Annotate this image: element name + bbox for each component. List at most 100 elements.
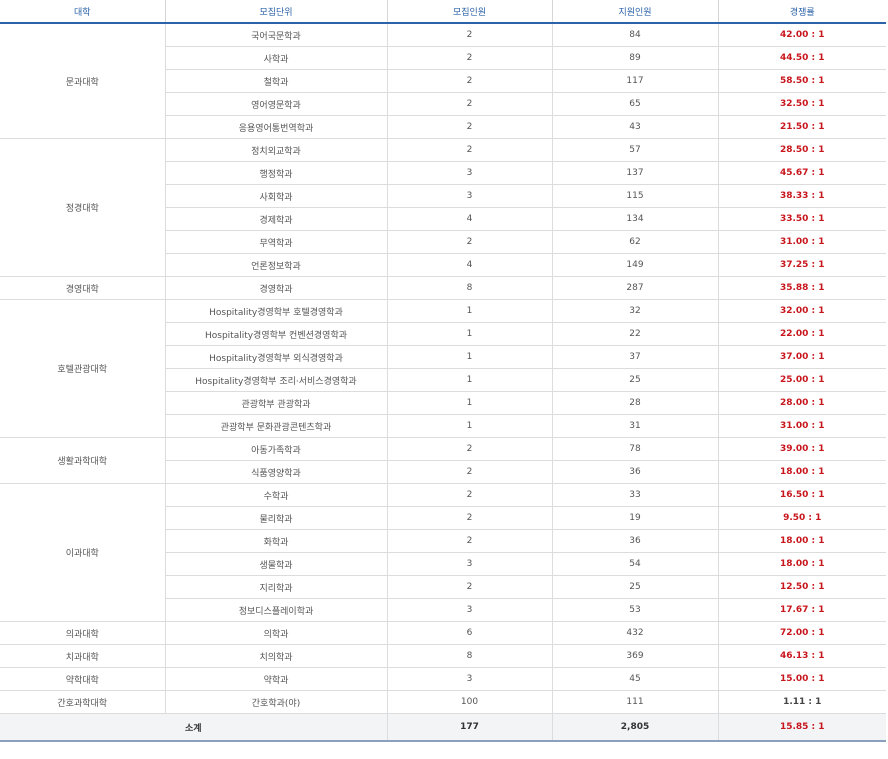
unit-cell: Hospitality경영학부 컨벤션경영학과 — [165, 322, 388, 346]
applicants-cell: 149 — [552, 253, 719, 277]
total-ratio: 15.85 : 1 — [718, 713, 886, 742]
applicants-cell: 22 — [552, 322, 719, 346]
quota-cell: 1 — [387, 368, 553, 392]
applicants-cell: 45 — [552, 667, 719, 691]
college-cell: 이과대학 — [0, 483, 166, 622]
quota-cell: 6 — [387, 621, 553, 645]
ratio-cell: 33.50 : 1 — [718, 207, 886, 231]
unit-cell: 의학과 — [165, 621, 388, 645]
table-row: 의과대학 의학과 6 432 72.00 : 1 — [0, 621, 886, 645]
ratio-cell: 17.67 : 1 — [718, 598, 886, 622]
table-row: 호텔관광대학 Hospitality경영학부 호텔경영학과 1 32 32.00 : 1 — [0, 299, 886, 438]
college-cell: 약학대학 — [0, 667, 166, 691]
applicants-cell: 31 — [552, 414, 719, 438]
table-row: 치과대학 치의학과 8 369 46.13 : 1 — [0, 644, 886, 668]
ratio-cell: 39.00 : 1 — [718, 437, 886, 461]
quota-cell: 2 — [387, 437, 553, 461]
unit-cell: 국어국문학과 — [165, 23, 388, 47]
quota-cell: 2 — [387, 506, 553, 530]
table-row: 경영대학 경영학과 8 287 35.88 : 1 — [0, 276, 886, 300]
ratio-cell: 38.33 : 1 — [718, 184, 886, 208]
unit-cell: 생물학과 — [165, 552, 388, 576]
applicants-cell: 53 — [552, 598, 719, 622]
applicants-cell: 115 — [552, 184, 719, 208]
unit-cell: 경영학과 — [165, 276, 388, 300]
total-quota: 177 — [387, 713, 553, 742]
ratio-cell: 44.50 : 1 — [718, 46, 886, 70]
unit-cell: 언론정보학과 — [165, 253, 388, 277]
ratio-cell: 18.00 : 1 — [718, 552, 886, 576]
unit-cell: 화학과 — [165, 529, 388, 553]
applicants-cell: 287 — [552, 276, 719, 300]
table-body: 문과대학 국어국문학과 2 84 42.00 : 1 사학과 2 89 44.50 : 1 철학과… — [0, 23, 886, 714]
ratio-cell: 22.00 : 1 — [718, 322, 886, 346]
admission-competition-table: 대학 모집단위 모집인원 지원인원 경쟁률 문과대학 국어국문학과 2 84 42.00… — [0, 0, 886, 742]
unit-cell: 식품영양학과 — [165, 460, 388, 484]
unit-cell: 행정학과 — [165, 161, 388, 185]
unit-cell: Hospitality경영학부 조리·서비스경영학과 — [165, 368, 388, 392]
quota-cell: 2 — [387, 575, 553, 599]
unit-cell: 응용영어통번역학과 — [165, 115, 388, 139]
ratio-cell: 32.00 : 1 — [718, 299, 886, 323]
quota-cell: 100 — [387, 690, 553, 714]
unit-cell: Hospitality경영학부 호텔경영학과 — [165, 299, 388, 323]
applicants-cell: 111 — [552, 690, 719, 714]
applicants-cell: 65 — [552, 92, 719, 116]
unit-cell: 관광학부 문화관광콘텐츠학과 — [165, 414, 388, 438]
college-cell: 치과대학 — [0, 644, 166, 668]
applicants-cell: 36 — [552, 529, 719, 553]
applicants-cell: 54 — [552, 552, 719, 576]
ratio-cell: 21.50 : 1 — [718, 115, 886, 139]
quota-cell: 2 — [387, 460, 553, 484]
applicants-cell: 89 — [552, 46, 719, 70]
unit-cell: 사회학과 — [165, 184, 388, 208]
quota-cell: 3 — [387, 161, 553, 185]
ratio-cell: 42.00 : 1 — [718, 23, 886, 47]
unit-cell: 정치외교학과 — [165, 138, 388, 162]
applicants-cell: 62 — [552, 230, 719, 254]
quota-cell: 2 — [387, 138, 553, 162]
total-row: 소계 177 2,805 15.85 : 1 — [0, 713, 886, 742]
unit-cell: 지리학과 — [165, 575, 388, 599]
applicants-cell: 78 — [552, 437, 719, 461]
applicants-cell: 137 — [552, 161, 719, 185]
header-row: 대학 모집단위 모집인원 지원인원 경쟁률 — [0, 0, 886, 24]
table-row: 간호과학대학 간호학과(야) 100 111 1.11 : 1 — [0, 690, 886, 714]
quota-cell: 1 — [387, 414, 553, 438]
ratio-cell: 37.00 : 1 — [718, 345, 886, 369]
quota-cell: 1 — [387, 299, 553, 323]
applicants-cell: 57 — [552, 138, 719, 162]
ratio-cell: 12.50 : 1 — [718, 575, 886, 599]
total-applicants: 2,805 — [552, 713, 719, 742]
unit-cell: 아동가족학과 — [165, 437, 388, 461]
table-row: 생활과학대학 아동가족학과 2 78 39.00 : 1 — [0, 437, 886, 484]
unit-cell: 철학과 — [165, 69, 388, 93]
unit-cell: 무역학과 — [165, 230, 388, 254]
applicants-cell: 369 — [552, 644, 719, 668]
college-cell: 문과대학 — [0, 23, 166, 139]
applicants-cell: 84 — [552, 23, 719, 47]
quota-cell: 2 — [387, 115, 553, 139]
applicants-cell: 37 — [552, 345, 719, 369]
header-applicants: 지원인원 — [552, 0, 719, 24]
quota-cell: 2 — [387, 483, 553, 507]
unit-cell: 정보디스플레이학과 — [165, 598, 388, 622]
college-cell: 의과대학 — [0, 621, 166, 645]
quota-cell: 2 — [387, 23, 553, 47]
quota-cell: 2 — [387, 230, 553, 254]
quota-cell: 2 — [387, 529, 553, 553]
applicants-cell: 33 — [552, 483, 719, 507]
unit-cell: 치의학과 — [165, 644, 388, 668]
quota-cell: 2 — [387, 46, 553, 70]
applicants-cell: 19 — [552, 506, 719, 530]
unit-cell: 경제학과 — [165, 207, 388, 231]
table-row: 약학대학 약학과 3 45 15.00 : 1 — [0, 667, 886, 691]
total-label: 소계 — [0, 713, 388, 742]
ratio-cell: 31.00 : 1 — [718, 230, 886, 254]
college-cell: 생활과학대학 — [0, 437, 166, 484]
unit-cell: 약학과 — [165, 667, 388, 691]
table-row: 정경대학 정치외교학과 2 57 28.50 : 1 — [0, 138, 886, 277]
ratio-cell: 15.00 : 1 — [718, 667, 886, 691]
applicants-cell: 117 — [552, 69, 719, 93]
quota-cell: 1 — [387, 391, 553, 415]
